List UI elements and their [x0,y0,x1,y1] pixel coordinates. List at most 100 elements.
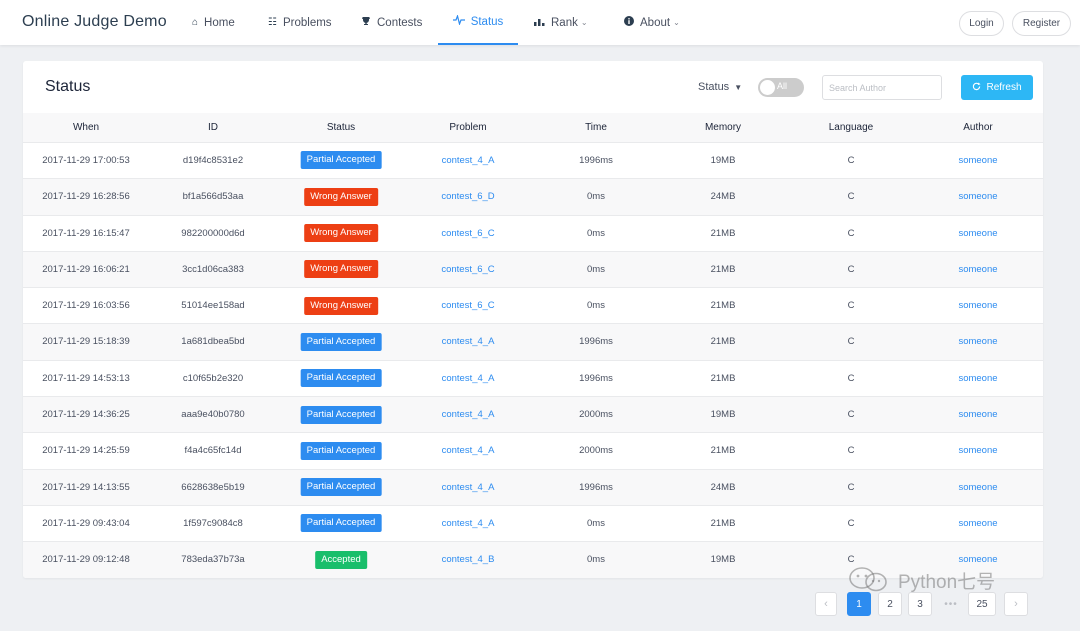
nav-status[interactable]: Status [438,0,518,45]
status-card: Status Status ▼ All Refresh When ID Stat… [23,61,1043,578]
pagination-prev-button[interactable]: ‹ [815,592,837,616]
nav-contests[interactable]: Contests [361,0,422,45]
status-badge[interactable]: Partial Accepted [300,514,382,533]
cell-author[interactable]: someone [958,179,997,215]
cell-when: 2017-11-29 14:13:55 [42,481,130,493]
status-badge[interactable]: Partial Accepted [300,441,382,460]
search-author-input[interactable] [822,75,942,100]
cell-problem[interactable]: contest_6_D [441,179,494,215]
status-badge[interactable]: Wrong Answer [304,187,378,206]
table-row[interactable]: 2017-11-29 15:18:39 1a681dbea5bd Partial A… [23,324,1043,361]
cell-problem[interactable]: contest_6_C [441,288,494,324]
cell-problem[interactable]: contest_4_A [442,433,495,469]
column-header-language[interactable]: Language [829,113,874,143]
cell-problem[interactable]: contest_4_A [442,506,495,542]
status-badge[interactable]: Partial Accepted [300,332,382,351]
nav-rank[interactable]: Rank ⌄ [534,0,588,45]
all-toggle-switch[interactable]: All [758,78,804,97]
cell-language: C [847,300,855,312]
cell-author[interactable]: someone [958,470,997,506]
cell-problem[interactable]: contest_4_A [442,324,495,360]
pagination-page-3[interactable]: 3 [908,592,932,616]
cell-author[interactable]: someone [958,397,997,433]
cell-status: Accepted [315,542,367,578]
table-row[interactable]: 2017-11-29 16:06:21 3cc1d06ca383 Wrong Ans… [23,251,1043,289]
column-header-status[interactable]: Status [327,113,355,143]
status-badge[interactable]: Accepted [315,550,367,569]
cell-id: aaa9e40b0780 [181,409,245,421]
cell-author[interactable]: someone [958,506,997,542]
cell-problem[interactable]: contest_4_A [442,361,495,397]
cell-author[interactable]: someone [958,433,997,469]
column-header-memory[interactable]: Memory [705,113,741,143]
pagination-page-last[interactable]: 25 [968,592,996,616]
cell-time: 2000ms [579,445,613,457]
cell-author[interactable]: someone [958,288,997,324]
register-button[interactable]: Register [1012,11,1071,36]
table-row[interactable]: 2017-11-29 17:00:53 d19f4c8531e2 Partial A… [23,143,1043,180]
table-row[interactable]: 2017-11-29 14:53:13 c10f65b2e320 Partial A… [23,360,1043,398]
table-row[interactable]: 2017-11-29 09:43:04 1f597c9084c8 Partial A… [23,505,1043,543]
cell-memory: 24MB [710,481,736,493]
cell-status: Partial Accepted [300,397,382,433]
table-row[interactable]: 2017-11-29 14:13:55 6628638e5b19 Partial A… [23,469,1043,506]
nav-problems[interactable]: ☷ Problems [268,0,332,45]
chevron-down-icon: ⌄ [673,18,680,27]
column-header-time[interactable]: Time [585,113,607,143]
status-badge[interactable]: Wrong Answer [304,224,378,243]
status-badge[interactable]: Wrong Answer [304,296,378,315]
nav-about[interactable]: About ⌄ [624,0,680,45]
table-row[interactable]: 2017-11-29 09:12:48 783eda37b73a Accepted c… [23,542,1043,578]
column-header-problem[interactable]: Problem [449,113,486,143]
cell-author[interactable]: someone [958,216,997,252]
login-button[interactable]: Login [959,11,1004,36]
cell-id: 51014ee158ad [181,300,245,312]
cell-author[interactable]: someone [958,542,997,578]
nav-contests-label: Contests [377,16,423,29]
column-header-author[interactable]: Author [963,113,992,143]
cell-problem[interactable]: contest_4_A [442,143,495,179]
cell-time: 0ms [587,554,605,566]
table-row[interactable]: 2017-11-29 16:03:56 51014ee158ad Wrong Ans… [23,288,1043,325]
table-row[interactable]: 2017-11-29 16:15:47 982200000d6d Wrong Ans… [23,215,1043,252]
cell-status: Wrong Answer [304,216,378,252]
cell-status: Partial Accepted [300,506,382,542]
pagination-ellipsis[interactable]: ••• [938,592,964,616]
cell-author[interactable]: someone [958,324,997,360]
status-badge[interactable]: Wrong Answer [304,260,378,279]
cell-author[interactable]: someone [958,361,997,397]
cell-id: d19f4c8531e2 [182,155,244,166]
cell-problem[interactable]: contest_4_A [442,397,495,433]
status-badge[interactable]: Partial Accepted [300,151,382,170]
pagination-page-2[interactable]: 2 [878,592,902,616]
cell-when: 2017-11-29 14:53:13 [42,372,130,384]
cell-author[interactable]: someone [958,143,997,179]
table-row[interactable]: 2017-11-29 14:36:25 aaa9e40b0780 Partial A… [23,397,1043,434]
refresh-icon [972,81,982,94]
cell-problem[interactable]: contest_4_B [442,542,495,578]
trophy-icon [361,16,371,29]
cell-memory: 21MB [710,445,736,457]
cell-author[interactable]: someone [958,252,997,288]
cell-memory: 21MB [710,263,736,275]
nav-status-label: Status [470,15,504,28]
nav-home[interactable]: ⌂ Home [192,0,235,45]
pagination-page-1[interactable]: 1 [847,592,871,616]
column-header-id[interactable]: ID [208,113,218,143]
cell-problem[interactable]: contest_4_A [442,470,495,506]
status-badge[interactable]: Partial Accepted [300,405,382,424]
pagination-next-button[interactable]: › [1004,592,1028,616]
cell-language: C [847,481,855,493]
cell-problem[interactable]: contest_6_C [441,216,494,252]
brand-title[interactable]: Online Judge Demo [22,13,167,31]
status-filter-dropdown[interactable]: Status ▼ [698,81,742,93]
column-header-when[interactable]: When [73,113,99,143]
cell-language: C [847,155,855,166]
pulse-icon [452,13,465,28]
table-row[interactable]: 2017-11-29 16:28:56 bf1a566d53aa Wrong Ans… [23,179,1043,216]
cell-problem[interactable]: contest_6_C [441,252,494,288]
refresh-button[interactable]: Refresh [961,75,1033,100]
table-row[interactable]: 2017-11-29 14:25:59 f4a4c65fc14d Partial A… [23,433,1043,470]
status-badge[interactable]: Partial Accepted [300,369,382,388]
status-badge[interactable]: Partial Accepted [300,478,382,497]
